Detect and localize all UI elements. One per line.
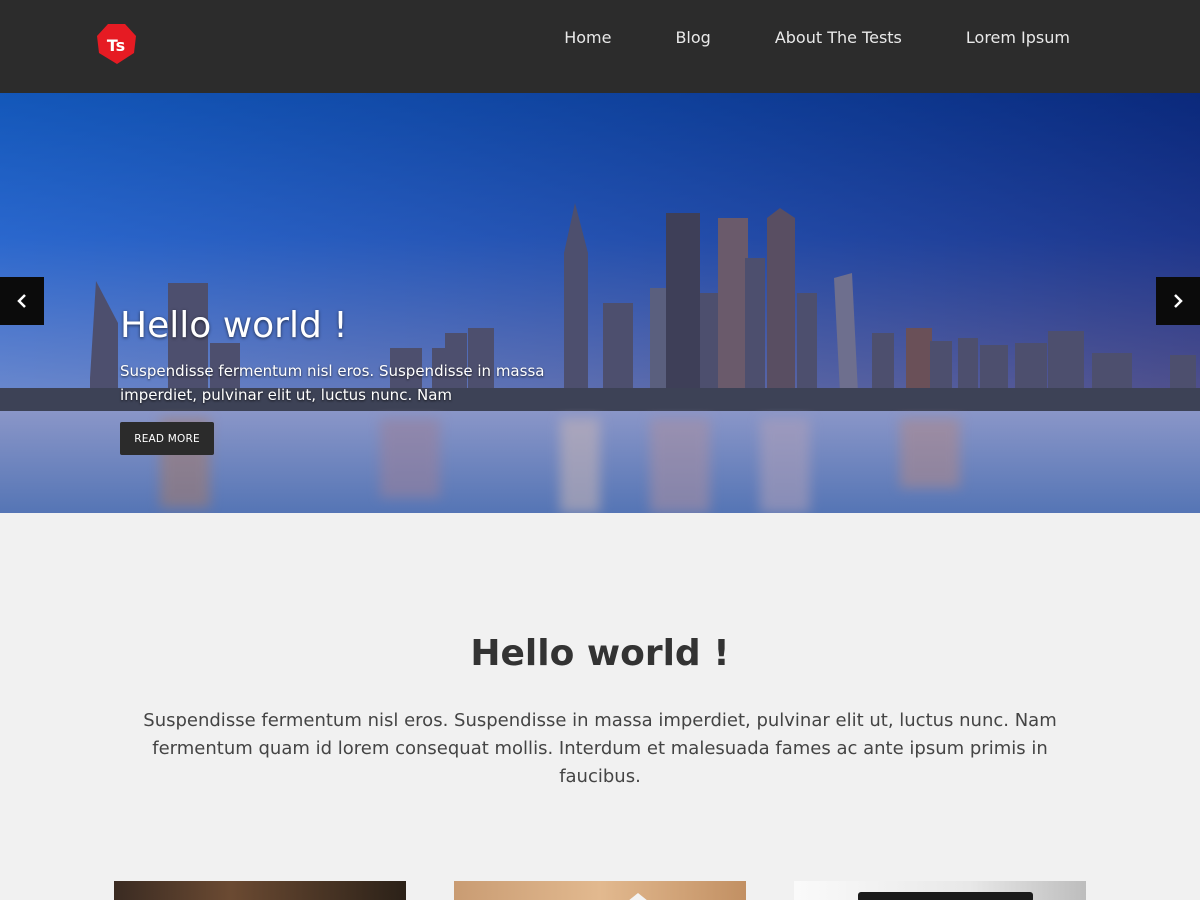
card-image-detail (858, 892, 1033, 900)
slider-prev-button[interactable] (0, 277, 44, 325)
nav-blog[interactable]: Blog (675, 28, 710, 47)
site-logo[interactable]: Ts (96, 23, 137, 65)
hero-slider: Hello world ! Suspendisse fermentum nisl… (0, 93, 1200, 513)
site-header: Ts Home Blog About The Tests Lorem Ipsum (0, 0, 1200, 93)
post-card-image-3[interactable] (794, 881, 1086, 900)
hero-title: Hello world ! (120, 305, 348, 346)
main-nav: Home Blog About The Tests Lorem Ipsum (564, 0, 1070, 74)
hero-text: Suspendisse fermentum nisl eros. Suspend… (120, 362, 545, 404)
post-card-image-1[interactable] (114, 881, 406, 900)
chevron-right-icon (1174, 294, 1183, 308)
intro-text: Suspendisse fermentum nisl eros. Suspend… (143, 710, 1057, 787)
nav-lorem-ipsum[interactable]: Lorem Ipsum (966, 28, 1070, 47)
post-card-image-2[interactable] (454, 881, 746, 900)
slider-next-button[interactable] (1156, 277, 1200, 325)
nav-about-the-tests[interactable]: About The Tests (775, 28, 902, 47)
read-more-button[interactable]: READ MORE (120, 422, 214, 455)
nav-home[interactable]: Home (564, 28, 611, 47)
card-image-detail (628, 893, 648, 900)
intro-title: Hello world ! (470, 633, 730, 674)
chevron-left-icon (17, 294, 26, 308)
logo-text: Ts (107, 36, 125, 55)
